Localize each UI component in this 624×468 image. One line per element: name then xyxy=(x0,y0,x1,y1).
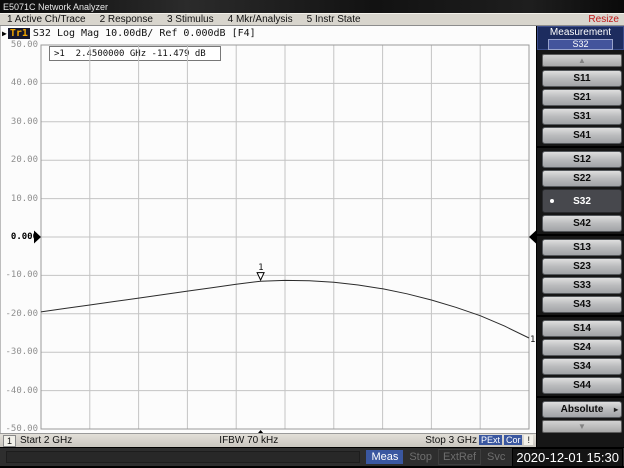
meas-status-badge: Meas xyxy=(366,450,403,464)
softkey-s11[interactable]: S11 xyxy=(542,70,622,87)
softkey-s34[interactable]: S34 xyxy=(542,358,622,375)
softkey-separator xyxy=(537,396,624,398)
softkey-separator xyxy=(537,315,624,317)
svg-text:1: 1 xyxy=(258,263,263,273)
softkey-label: S44 xyxy=(573,380,591,391)
down-arrow-icon: ▼ xyxy=(578,422,586,431)
menu-item-4[interactable]: 4 Mkr/Analysis xyxy=(221,14,300,25)
softkey-menu-title: Measurement xyxy=(538,28,623,38)
softkey-label: S24 xyxy=(573,342,591,353)
softkey-s23[interactable]: S23 xyxy=(542,258,622,275)
softkey-label: S22 xyxy=(573,173,591,184)
softkey-label: Absolute xyxy=(561,404,604,415)
softkey-label: S43 xyxy=(573,299,591,310)
softkey-s22[interactable]: S22 xyxy=(542,170,622,187)
menu-item-1[interactable]: 1 Active Ch/Trace xyxy=(0,14,93,25)
softkey-s31[interactable]: S31 xyxy=(542,108,622,125)
menu-bar: 1 Active Ch/Trace2 Response3 Stimulus4 M… xyxy=(0,13,624,26)
softkey-absolute[interactable]: Absolute ▸ xyxy=(542,401,622,418)
softkey-s43[interactable]: S43 xyxy=(542,296,622,313)
softkey-menu-header: Measurement S32 xyxy=(537,26,624,50)
channel-number: 1 xyxy=(3,435,16,447)
softkey-s33[interactable]: S33 xyxy=(542,277,622,294)
channel-status-bar: 1 Start 2 GHz IFBW 70 kHz Stop 3 GHz PEx… xyxy=(0,433,536,447)
start-frequency[interactable]: Start 2 GHz xyxy=(20,435,72,446)
softkey-selected-value: S32 xyxy=(548,39,613,50)
status-message-area xyxy=(6,451,360,463)
status-badge-pext: PExt xyxy=(479,435,502,445)
softkey-s14[interactable]: S14 xyxy=(542,320,622,337)
softkey-s41[interactable]: S41 xyxy=(542,127,622,144)
softkey-s42[interactable]: S42 xyxy=(542,215,622,232)
softkey-s32[interactable]: S32 xyxy=(542,189,622,213)
softkey-label: S32 xyxy=(573,196,591,207)
softkey-label: S12 xyxy=(573,154,591,165)
softkey-label: S33 xyxy=(573,280,591,291)
scroll-up-button[interactable]: ▲ xyxy=(542,54,622,67)
active-bullet-icon xyxy=(550,199,554,203)
ifbw-value[interactable]: IFBW 70 kHz xyxy=(72,435,425,446)
title-bar: E5071C Network Analyzer xyxy=(0,0,624,13)
softkey-s13[interactable]: S13 xyxy=(542,239,622,256)
svg-text:1: 1 xyxy=(530,335,535,345)
softkey-s21[interactable]: S21 xyxy=(542,89,622,106)
menu-item-5[interactable]: 5 Instr State xyxy=(300,14,368,25)
window-title: E5071C Network Analyzer xyxy=(3,2,108,12)
up-arrow-icon: ▲ xyxy=(578,56,586,65)
scroll-down-button[interactable]: ▼ xyxy=(542,420,622,433)
extref-status-label: ExtRef xyxy=(438,449,481,465)
status-badge-cor: Cor xyxy=(504,435,523,445)
stop-status-label: Stop xyxy=(405,450,436,464)
menu-item-2[interactable]: 2 Response xyxy=(93,14,160,25)
softkey-s44[interactable]: S44 xyxy=(542,377,622,394)
graticule: 11 xyxy=(1,26,537,433)
softkey-label: S42 xyxy=(573,218,591,229)
resize-button[interactable]: Resize xyxy=(588,14,624,25)
submenu-arrow-icon: ▸ xyxy=(614,405,618,414)
softkey-label: S31 xyxy=(573,111,591,122)
softkey-separator xyxy=(537,146,624,148)
softkey-label: S14 xyxy=(573,323,591,334)
softkey-label: S23 xyxy=(573,261,591,272)
softkey-s12[interactable]: S12 xyxy=(542,151,622,168)
softkey-label: S11 xyxy=(573,73,590,84)
instrument-status-bar: Meas Stop ExtRef Svc 2020-12-01 15:30 xyxy=(0,447,624,466)
app-window: E5071C Network Analyzer 1 Active Ch/Trac… xyxy=(0,0,624,468)
softkey-label: S13 xyxy=(573,242,591,253)
softkey-label: S34 xyxy=(573,361,591,372)
datetime-display: 2020-12-01 15:30 xyxy=(512,448,623,467)
stop-frequency[interactable]: Stop 3 GHz xyxy=(425,435,477,446)
softkey-menu: Measurement S32 ▲ S11 S21 S31 S41 S12 S22 S32 S… xyxy=(537,26,624,447)
menu-item-3[interactable]: 3 Stimulus xyxy=(160,14,221,25)
softkey-separator xyxy=(537,234,624,236)
softkey-s24[interactable]: S24 xyxy=(542,339,622,356)
plot-area: ▶ Tr1 S32 Log Mag 10.00dB/ Ref 0.000dB [… xyxy=(0,26,536,433)
status-badge-warning: ! xyxy=(524,435,533,445)
softkey-label: S41 xyxy=(573,130,591,141)
softkey-label: S21 xyxy=(573,92,591,103)
svc-status-label: Svc xyxy=(483,450,509,464)
